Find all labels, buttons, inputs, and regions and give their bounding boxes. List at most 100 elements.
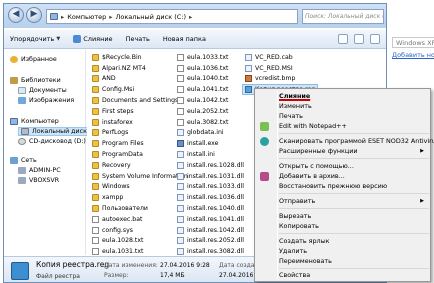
new-folder-button[interactable]: Новая папка bbox=[163, 35, 206, 43]
file-row[interactable]: VC_RED.MSI bbox=[245, 63, 318, 74]
menu-item-create-shortcut[interactable]: Создать ярлык bbox=[279, 236, 330, 246]
file-row[interactable]: System Volume Information bbox=[92, 171, 188, 182]
computer-icon bbox=[50, 13, 58, 20]
organize-button[interactable]: Упорядочить ▼ bbox=[10, 35, 60, 43]
sidebar-item-admin-pc[interactable]: ADMIN-PC bbox=[18, 167, 61, 174]
menu-item-scan-eset[interactable]: Сканировать программой ESET NOD32 Antivi… bbox=[279, 136, 434, 146]
windows-xp-field[interactable]: Windows XP bbox=[392, 37, 434, 48]
file-row[interactable]: Config.Msi bbox=[92, 84, 188, 95]
menu-item-properties[interactable]: Свойства bbox=[279, 270, 310, 280]
menu-separator bbox=[279, 268, 429, 269]
file-row[interactable]: $Recycle.Bin bbox=[92, 52, 188, 63]
file-row[interactable]: AND bbox=[92, 74, 188, 85]
menu-item-cut[interactable]: Вырезать bbox=[279, 211, 311, 221]
merge-button[interactable]: Слияние bbox=[73, 35, 113, 43]
file-row[interactable]: eula.1036.txt bbox=[177, 63, 244, 74]
menu-item-edit-notepad[interactable]: Edit with Notepad++ bbox=[279, 121, 347, 131]
file-row[interactable]: Windows bbox=[92, 182, 188, 193]
view-options-icon[interactable] bbox=[338, 34, 348, 44]
print-button[interactable]: Печать bbox=[126, 35, 150, 43]
sidebar-item-documents[interactable]: Документы bbox=[18, 87, 67, 94]
menu-item-open-with[interactable]: Открыть с помощью... bbox=[279, 161, 354, 171]
file-row[interactable]: config.sys bbox=[92, 225, 188, 236]
forward-button[interactable]: ▶ bbox=[26, 7, 42, 23]
file-icon bbox=[177, 129, 184, 137]
file-row[interactable]: Recovery bbox=[92, 160, 188, 171]
file-row[interactable]: First steps bbox=[92, 106, 188, 117]
menu-item-copy[interactable]: Копировать bbox=[279, 221, 319, 231]
menu-item-advanced[interactable]: Расширенные функции bbox=[279, 146, 358, 156]
back-button[interactable]: ◀ bbox=[8, 7, 24, 23]
file-row[interactable]: install.exe bbox=[177, 138, 244, 149]
file-row[interactable]: globdata.ini bbox=[177, 128, 244, 139]
registry-file-icon bbox=[245, 86, 252, 94]
preview-pane-icon[interactable] bbox=[354, 34, 364, 44]
add-new-link[interactable]: Добавить новую bbox=[392, 51, 434, 59]
file-row[interactable]: install.res.1042.dll bbox=[177, 225, 244, 236]
file-icon bbox=[245, 75, 252, 83]
file-row[interactable]: install.res.1041.dll bbox=[177, 214, 244, 225]
file-row[interactable]: Alpari.NZ MT4 bbox=[92, 63, 188, 74]
sidebar-item-network[interactable]: Сеть bbox=[10, 157, 37, 164]
menu-item-edit[interactable]: Изменить bbox=[279, 101, 312, 111]
file-icon bbox=[177, 64, 184, 72]
menu-item-merge[interactable]: Слияние bbox=[279, 91, 310, 101]
file-row[interactable]: ProgramData bbox=[92, 149, 188, 160]
menu-item-send-to[interactable]: Отправить bbox=[279, 196, 315, 206]
menu-item-delete[interactable]: Удалить bbox=[279, 246, 307, 256]
merge-label: Слияние bbox=[83, 35, 113, 43]
file-row[interactable]: eula.3082.txt bbox=[177, 117, 244, 128]
menu-separator bbox=[279, 193, 429, 194]
registry-icon bbox=[73, 35, 82, 43]
registry-file-icon bbox=[11, 262, 29, 280]
sidebar-item-computer[interactable]: Компьютер bbox=[10, 118, 59, 125]
file-row[interactable]: install.res.1033.dll bbox=[177, 182, 244, 193]
file-row[interactable]: eula.1042.txt bbox=[177, 95, 244, 106]
file-name: install.res.1031.dll bbox=[187, 172, 244, 180]
menu-item-restore-previous[interactable]: Восстановить прежнюю версию bbox=[279, 181, 387, 191]
sidebar-item-vboxsvr[interactable]: VBOXSVR bbox=[18, 177, 59, 184]
file-row[interactable]: autoexec.bat bbox=[92, 214, 188, 225]
file-row[interactable]: eula.1028.txt bbox=[92, 236, 188, 247]
file-row[interactable]: install.res.1031.dll bbox=[177, 171, 244, 182]
file-row[interactable]: install.res.1028.dll bbox=[177, 160, 244, 171]
file-row[interactable]: instaforex bbox=[92, 117, 188, 128]
menu-item-add-archive[interactable]: Добавить в архив... bbox=[279, 171, 345, 181]
file-icon bbox=[177, 107, 184, 115]
file-row[interactable]: xampp bbox=[92, 192, 188, 203]
sidebar-item-favorites[interactable]: Избранное bbox=[10, 56, 57, 63]
file-row[interactable]: Пользователи bbox=[92, 203, 188, 214]
sidebar-item-cd-drive[interactable]: CD-дисковод (D:) VI bbox=[18, 138, 94, 145]
menu-item-rename[interactable]: Переименовать bbox=[279, 256, 332, 266]
sidebar-item-libraries[interactable]: Библиотеки bbox=[10, 77, 61, 84]
file-row[interactable]: VC_RED.cab bbox=[245, 52, 318, 63]
breadcrumb-computer[interactable]: Компьютер bbox=[67, 13, 106, 21]
file-name: AND bbox=[102, 75, 116, 83]
file-row[interactable]: eula.1033.txt bbox=[177, 52, 244, 63]
file-row[interactable]: install.ini bbox=[177, 149, 244, 160]
file-row[interactable]: Program Files bbox=[92, 138, 188, 149]
file-row[interactable]: eula.2052.txt bbox=[177, 106, 244, 117]
folder-icon bbox=[92, 205, 99, 213]
file-name: eula.1033.txt bbox=[187, 53, 229, 61]
file-row[interactable]: eula.1040.txt bbox=[177, 74, 244, 85]
breadcrumb-local-disk[interactable]: Локальный диск (C:) bbox=[116, 13, 187, 21]
menu-item-print[interactable]: Печать bbox=[279, 111, 303, 121]
file-row[interactable]: PerfLogs bbox=[92, 128, 188, 139]
help-icon[interactable] bbox=[370, 34, 380, 44]
file-row[interactable]: Documents and Settings bbox=[92, 95, 188, 106]
file-name: eula.1040.txt bbox=[187, 75, 229, 83]
file-name: Пользователи bbox=[102, 205, 148, 213]
breadcrumb[interactable]: ▸ Компьютер ▸ Локальный диск (C:) ▸ bbox=[46, 9, 298, 24]
search-input[interactable]: Поиск: Локальный диск (C:) bbox=[302, 9, 384, 24]
file-row[interactable]: vcredist.bmp bbox=[245, 74, 318, 85]
file-icon bbox=[177, 205, 184, 213]
file-row[interactable]: install.res.1040.dll bbox=[177, 203, 244, 214]
file-name: install.res.1033.dll bbox=[187, 183, 244, 191]
file-row[interactable]: eula.1041.txt bbox=[177, 84, 244, 95]
file-icon bbox=[177, 151, 184, 159]
file-icon bbox=[177, 86, 184, 94]
sidebar-item-images[interactable]: Изображения bbox=[18, 97, 74, 104]
file-row[interactable]: install.res.2052.dll bbox=[177, 236, 244, 247]
file-row[interactable]: install.res.1036.dll bbox=[177, 192, 244, 203]
